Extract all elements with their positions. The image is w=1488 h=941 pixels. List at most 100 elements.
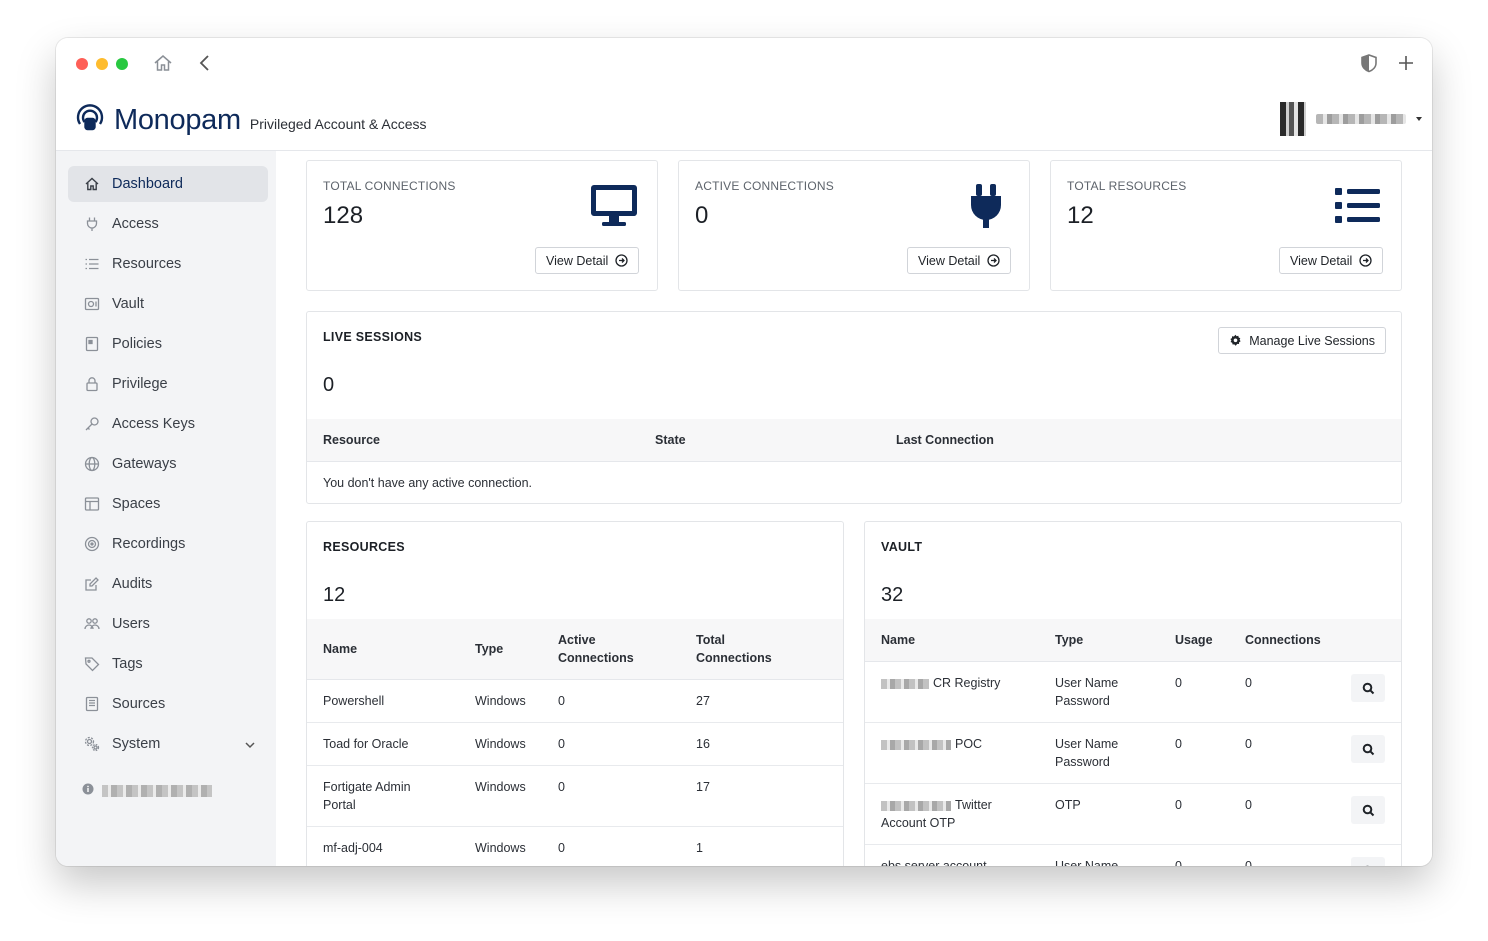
shield-icon[interactable] [1358, 52, 1380, 74]
resource-name: Powershell [323, 694, 385, 708]
search-icon [1362, 682, 1374, 694]
resource-type: Windows [475, 841, 526, 855]
column-header[interactable]: Usage [1175, 631, 1213, 649]
arrow-circle-right-icon [1359, 254, 1372, 267]
sidebar-item-recordings[interactable]: Recordings [68, 526, 268, 562]
sidebar-item-policies[interactable]: Policies [68, 326, 268, 362]
manage-live-sessions-button[interactable]: Manage Live Sessions [1218, 327, 1386, 354]
vault-icon [84, 296, 100, 312]
caret-down-icon [1416, 117, 1422, 121]
arrow-circle-right-icon [615, 254, 628, 267]
column-header[interactable]: Last Connection [896, 431, 994, 449]
column-header[interactable]: Type [1055, 631, 1083, 649]
sidebar-item-label: Spaces [112, 496, 161, 512]
info-icon [82, 782, 94, 800]
search-button[interactable] [1351, 857, 1385, 866]
sidebar-item-label: Gateways [112, 456, 177, 472]
sidebar-item-spaces[interactable]: Spaces [68, 486, 268, 522]
main-content: TOTAL CONNECTIONS 128 View Detail ACTIVE… [276, 151, 1432, 866]
column-header[interactable]: Connections [1245, 631, 1321, 649]
user-menu[interactable] [1280, 102, 1422, 136]
column-header[interactable]: Type [475, 640, 503, 658]
vault-type: User Name [1055, 859, 1119, 866]
search-icon [1362, 804, 1374, 816]
sidebar-item-privilege[interactable]: Privilege [68, 366, 268, 402]
sidebar-item-label: Users [112, 616, 150, 632]
sidebar-item-access[interactable]: Access [68, 206, 268, 242]
browser-window: Monopam Privileged Account & Access Dash… [56, 38, 1432, 866]
vault-usage: 0 [1175, 859, 1182, 866]
table-row[interactable]: POC User Name Password 0 0 [865, 723, 1401, 784]
vault-type: OTP [1055, 798, 1081, 812]
gear-icon [1230, 334, 1241, 346]
column-header[interactable]: State [655, 431, 686, 449]
version-redacted [102, 785, 212, 797]
column-header[interactable]: Name [323, 640, 357, 658]
search-button[interactable] [1351, 735, 1385, 763]
table-row[interactable]: mf-adj-004 Windows 0 1 [307, 827, 843, 866]
table-row[interactable]: ebs server account User Name 0 0 [865, 845, 1401, 866]
home-icon[interactable] [152, 52, 174, 74]
close-window-button[interactable] [76, 58, 88, 70]
sidebar-item-audits[interactable]: Audits [68, 566, 268, 602]
table-row[interactable]: Toad for Oracle Windows 0 16 [307, 723, 843, 766]
search-icon [1364, 865, 1370, 866]
empty-message: You don't have any active connection. [323, 476, 533, 490]
back-icon[interactable] [194, 52, 216, 74]
sidebar-item-access-keys[interactable]: Access Keys [68, 406, 268, 442]
view-detail-button[interactable]: View Detail [1279, 247, 1384, 274]
sidebar-item-vault[interactable]: Vault [68, 286, 268, 322]
home-icon [84, 176, 100, 192]
active-connections: 0 [558, 780, 565, 794]
maximize-window-button[interactable] [116, 58, 128, 70]
monopam-logo-icon [74, 102, 106, 139]
table-row[interactable]: Twitter Account OTP OTP 0 0 [865, 784, 1401, 845]
table-header: Resource State Last Connection [307, 419, 1401, 462]
search-icon [1362, 743, 1374, 755]
column-header[interactable]: Active Connections [558, 631, 634, 667]
table-row[interactable]: CR Registry User Name Password 0 0 [865, 662, 1401, 723]
sidebar-item-label: Tags [112, 656, 143, 672]
table-header: Name Type Usage Connections [865, 619, 1401, 662]
search-button[interactable] [1351, 796, 1385, 824]
sidebar-item-gateways[interactable]: Gateways [68, 446, 268, 482]
button-label: Manage Live Sessions [1249, 333, 1375, 348]
active-connections: 0 [558, 841, 565, 855]
sidebar-item-tags[interactable]: Tags [68, 646, 268, 682]
sidebar-item-resources[interactable]: Resources [68, 246, 268, 282]
minimize-window-button[interactable] [96, 58, 108, 70]
new-tab-icon[interactable] [1395, 52, 1417, 74]
sidebar-item-label: Policies [112, 336, 162, 352]
brand[interactable]: Monopam Privileged Account & Access [74, 102, 427, 139]
live-sessions-count: 0 [323, 374, 335, 396]
sidebar-item-system[interactable]: System [68, 726, 268, 762]
view-detail-button[interactable]: View Detail [535, 247, 640, 274]
app-version [82, 782, 212, 800]
sidebar-item-users[interactable]: Users [68, 606, 268, 642]
sidebar: Dashboard Access Resources Vault Policie… [56, 151, 276, 866]
sidebar-item-label: Access Keys [112, 416, 195, 432]
sidebar-item-label: Resources [112, 256, 182, 272]
column-header[interactable]: Name [881, 631, 915, 649]
table-row[interactable]: Powershell Windows 0 27 [307, 680, 843, 723]
sidebar-item-dashboard[interactable]: Dashboard [68, 166, 268, 202]
stat-card-active-connections: ACTIVE CONNECTIONS 0 View Detail [678, 160, 1030, 291]
column-header[interactable]: Resource [323, 431, 380, 449]
sidebar-item-label: Access [112, 216, 159, 232]
vault-connections: 0 [1245, 798, 1252, 812]
table-row[interactable]: Fortigate Admin Portal Windows 0 17 [307, 766, 843, 827]
section-title: LIVE SESSIONS [323, 330, 423, 344]
button-label: View Detail [1290, 253, 1353, 268]
search-button[interactable] [1351, 674, 1385, 702]
window-titlebar [56, 38, 1432, 88]
vault-type: User Name Password [1055, 676, 1119, 708]
vault-connections: 0 [1245, 676, 1252, 690]
resources-panel: RESOURCES 12 Name Type Active Connection… [306, 521, 844, 866]
list-icon [84, 256, 100, 272]
sidebar-item-sources[interactable]: Sources [68, 686, 268, 722]
chevron-down-icon[interactable] [244, 738, 256, 750]
stat-card-total-connections: TOTAL CONNECTIONS 128 View Detail [306, 160, 658, 291]
view-detail-button[interactable]: View Detail [907, 247, 1012, 274]
active-connections: 0 [558, 737, 565, 751]
column-header[interactable]: Total Connections [696, 631, 772, 667]
